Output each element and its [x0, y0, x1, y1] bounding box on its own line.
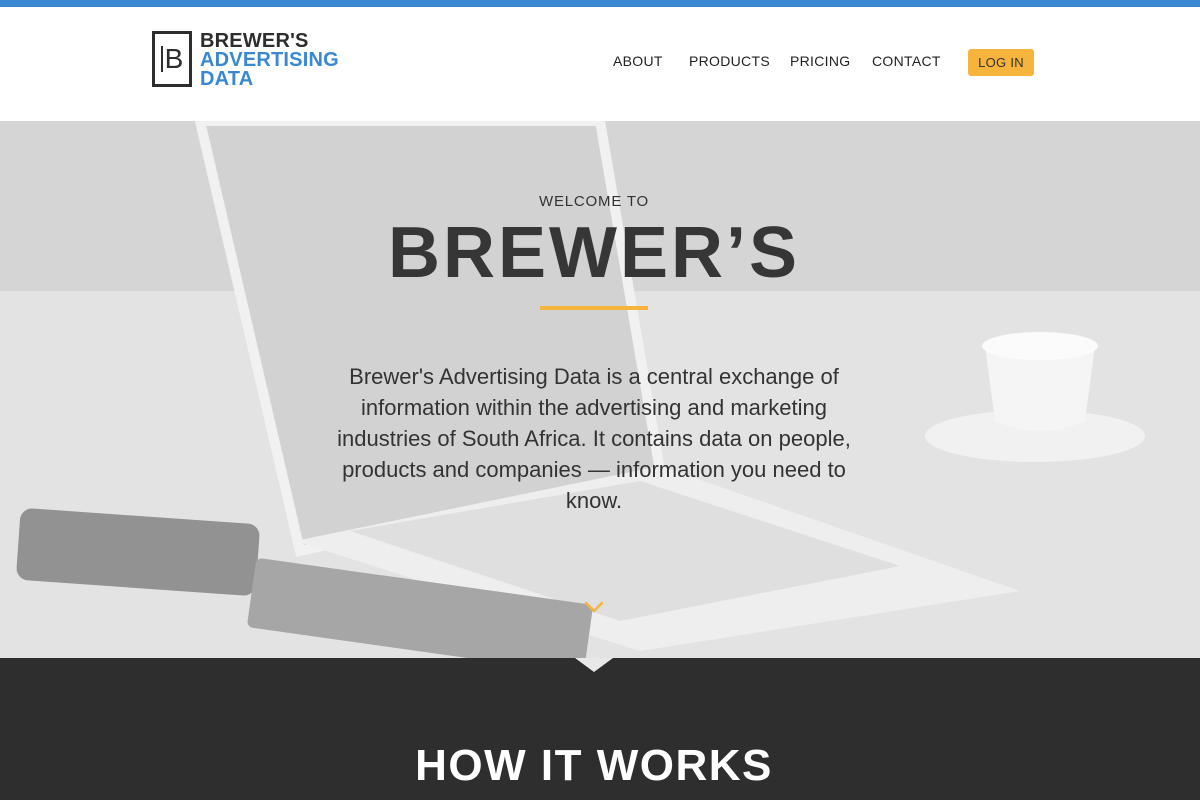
main-nav: ABOUT PRODUCTS PRICING CONTACT LOG IN — [0, 49, 1200, 81]
login-button[interactable]: LOG IN — [968, 49, 1034, 76]
hero-title: BREWER’S — [387, 213, 801, 293]
chevron-down-icon[interactable] — [583, 599, 605, 615]
how-it-works-section: HOW IT WORKS — [0, 658, 1200, 800]
hero-description: Brewer's Advertising Data is a central e… — [337, 364, 851, 513]
site-header: B BREWER'S ADVERTISING DATA ABOUT PRODUC… — [0, 7, 1200, 121]
nav-about[interactable]: ABOUT — [613, 53, 663, 69]
hero-kicker: WELCOME TO — [539, 193, 649, 210]
nav-contact[interactable]: CONTACT — [872, 53, 941, 69]
nav-products[interactable]: PRODUCTS — [689, 53, 770, 69]
nav-pricing[interactable]: PRICING — [790, 53, 850, 69]
hero-divider — [540, 306, 648, 310]
how-it-works-title: HOW IT WORKS — [415, 741, 773, 790]
hero-section: WELCOME TO BREWER’S Brewer's Advertising… — [0, 121, 1200, 658]
top-accent-bar — [0, 0, 1200, 7]
section-pointer-notch — [575, 658, 613, 672]
